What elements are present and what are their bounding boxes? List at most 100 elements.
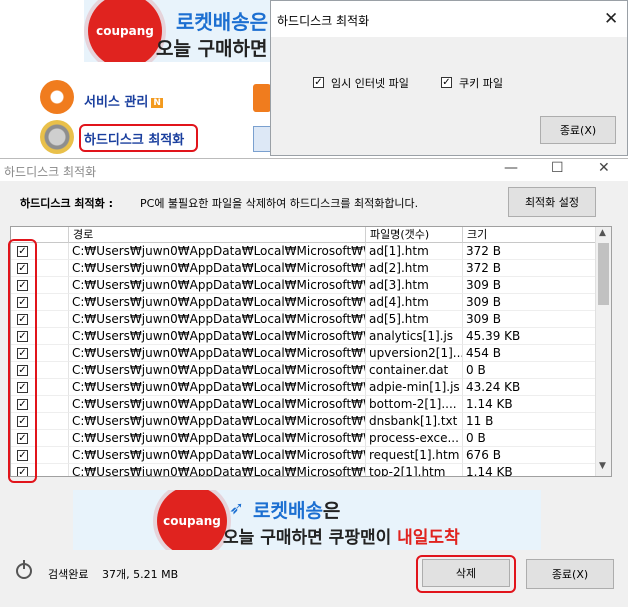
table-row[interactable]: ✓ C:₩Users₩juwn0₩AppData₩Local₩Microsoft₩… [11, 362, 596, 379]
coupang-logo: coupang [157, 490, 227, 550]
row-path: C:₩Users₩juwn0₩AppData₩Local₩Microsoft₩W… [69, 362, 366, 379]
window-title: 하드디스크 최적화 [4, 165, 97, 179]
row-size: 309 B [463, 277, 596, 294]
close-icon[interactable]: ✕ [604, 9, 618, 29]
option-label: 임시 인터넷 파일 [331, 77, 409, 90]
row-size: 309 B [463, 294, 596, 311]
row-size: 0 B [463, 362, 596, 379]
scroll-down-icon[interactable]: ▼ [599, 461, 606, 471]
gear-icon [40, 80, 74, 114]
popup-close-button[interactable]: 종료(X) [540, 116, 616, 144]
header-label: 하드디스크 최적화 : [20, 197, 114, 210]
settings-button[interactable]: 최적화 설정 [508, 187, 596, 217]
table-row[interactable]: ✓ C:₩Users₩juwn0₩AppData₩Local₩Microsoft₩… [11, 396, 596, 413]
table-row[interactable]: ✓ C:₩Users₩juwn0₩AppData₩Local₩Microsoft₩… [11, 447, 596, 464]
col-header-filename[interactable]: 파일명(갯수) [366, 227, 463, 243]
coupang-logo: coupang [88, 0, 162, 62]
minimize-icon[interactable]: — [504, 160, 518, 176]
row-path: C:₩Users₩juwn0₩AppData₩Local₩Microsoft₩W… [69, 243, 366, 260]
option-label: 쿠키 파일 [459, 77, 503, 90]
row-path: C:₩Users₩juwn0₩AppData₩Local₩Microsoft₩W… [69, 464, 366, 476]
highlight-box-delete [416, 555, 516, 593]
table-row[interactable]: ✓ C:₩Users₩juwn0₩AppData₩Local₩Microsoft₩… [11, 243, 596, 260]
row-size: 454 B [463, 345, 596, 362]
row-filename: request[1].htm [366, 447, 463, 464]
ad-rocket-brand: 로켓배송 [253, 500, 323, 522]
popup-dialog: 하드디스크 최적화 ✕ ✓ 임시 인터넷 파일 ✓ 쿠키 파일 종료(X) [270, 0, 628, 156]
row-size: 1.14 KB [463, 464, 596, 476]
scroll-up-icon[interactable]: ▲ [599, 228, 606, 238]
banner-sub-text: 오늘 구매하면 쿠 [156, 38, 274, 60]
table-row[interactable]: ✓ C:₩Users₩juwn0₩AppData₩Local₩Microsoft₩… [11, 328, 596, 345]
row-filename: process-exce... [366, 430, 463, 447]
row-filename: container.dat [366, 362, 463, 379]
col-header-size[interactable]: 크기 [463, 227, 596, 243]
rocket-icon: ➶ [229, 498, 245, 519]
row-size: 1.14 KB [463, 396, 596, 413]
row-size: 43.24 KB [463, 379, 596, 396]
checkbox-cookie[interactable]: ✓ [441, 77, 452, 88]
popup-titlebar: 하드디스크 최적화 ✕ [271, 1, 627, 37]
row-size: 372 B [463, 243, 596, 260]
table-row[interactable]: ✓ C:₩Users₩juwn0₩AppData₩Local₩Microsoft₩… [11, 413, 596, 430]
table-row[interactable]: ✓ C:₩Users₩juwn0₩AppData₩Local₩Microsoft₩… [11, 294, 596, 311]
maximize-icon[interactable]: ☐ [551, 160, 564, 176]
menu-service-management[interactable]: 서비스 관리 N [84, 91, 163, 110]
row-filename: upversion2[1].... [366, 345, 463, 362]
row-path: C:₩Users₩juwn0₩AppData₩Local₩Microsoft₩W… [69, 294, 366, 311]
close-icon[interactable]: ✕ [598, 160, 610, 176]
row-path: C:₩Users₩juwn0₩AppData₩Local₩Microsoft₩W… [69, 413, 366, 430]
ad-rocket-suffix: 은 [322, 500, 341, 522]
vertical-scrollbar[interactable]: ▲ ▼ [595, 227, 611, 476]
row-size: 0 B [463, 430, 596, 447]
row-path: C:₩Users₩juwn0₩AppData₩Local₩Microsoft₩W… [69, 430, 366, 447]
table-row[interactable]: ✓ C:₩Users₩juwn0₩AppData₩Local₩Microsoft₩… [11, 277, 596, 294]
row-size: 45.39 KB [463, 328, 596, 345]
app-icon [253, 84, 271, 112]
row-filename: adpie-min[1].js [366, 379, 463, 396]
table-row[interactable]: ✓ C:₩Users₩juwn0₩AppData₩Local₩Microsoft₩… [11, 345, 596, 362]
row-filename: bottom-2[1].... [366, 396, 463, 413]
ad-sub-text: 오늘 구매하면 쿠팡맨이 내일도착 [223, 523, 460, 548]
row-path: C:₩Users₩juwn0₩AppData₩Local₩Microsoft₩W… [69, 328, 366, 345]
row-path: C:₩Users₩juwn0₩AppData₩Local₩Microsoft₩W… [69, 396, 366, 413]
row-size: 676 B [463, 447, 596, 464]
row-filename: ad[1].htm [366, 243, 463, 260]
col-header-path[interactable]: 경로 [69, 227, 366, 243]
row-size: 372 B [463, 260, 596, 277]
row-path: C:₩Users₩juwn0₩AppData₩Local₩Microsoft₩W… [69, 311, 366, 328]
row-filename: ad[5].htm [366, 311, 463, 328]
row-filename: ad[2].htm [366, 260, 463, 277]
bottom-ad-banner[interactable]: coupang ➶ 로켓배송은 오늘 구매하면 쿠팡맨이 내일도착 [73, 490, 541, 550]
ad-sub-text-main: 오늘 구매하면 쿠팡맨이 [223, 528, 398, 548]
row-filename: ad[4].htm [366, 294, 463, 311]
close-button[interactable]: 종료(X) [526, 559, 614, 589]
row-filename: dnsbank[1].txt [366, 413, 463, 430]
row-path: C:₩Users₩juwn0₩AppData₩Local₩Microsoft₩W… [69, 277, 366, 294]
file-list-grid[interactable]: 경로 파일명(갯수) 크기 ✓ C:₩Users₩juwn0₩AppData₩Lo… [10, 226, 612, 477]
row-path: C:₩Users₩juwn0₩AppData₩Local₩Microsoft₩W… [69, 379, 366, 396]
status-label: 검색완료 [48, 568, 89, 581]
menu-label: 서비스 관리 [84, 95, 149, 110]
doc-icon [253, 126, 271, 152]
ad-sub-text-red: 내일도착 [397, 528, 460, 548]
row-path: C:₩Users₩juwn0₩AppData₩Local₩Microsoft₩W… [69, 260, 366, 277]
window-titlebar: 하드디스크 최적화 — ☐ ✕ [0, 159, 628, 181]
status-value: 37개, 5.21 MB [102, 568, 179, 581]
table-row[interactable]: ✓ C:₩Users₩juwn0₩AppData₩Local₩Microsoft₩… [11, 430, 596, 447]
scroll-thumb[interactable] [598, 243, 609, 305]
table-row[interactable]: ✓ C:₩Users₩juwn0₩AppData₩Local₩Microsoft₩… [11, 379, 596, 396]
table-row[interactable]: ✓ C:₩Users₩juwn0₩AppData₩Local₩Microsoft₩… [11, 311, 596, 328]
table-row[interactable]: ✓ C:₩Users₩juwn0₩AppData₩Local₩Microsoft₩… [11, 464, 596, 476]
checkbox-temp-internet[interactable]: ✓ [313, 77, 324, 88]
ad-rocket-text: 로켓배송은 [253, 496, 340, 523]
row-path: C:₩Users₩juwn0₩AppData₩Local₩Microsoft₩W… [69, 447, 366, 464]
table-row[interactable]: ✓ C:₩Users₩juwn0₩AppData₩Local₩Microsoft₩… [11, 260, 596, 277]
banner-rocket-text: 로켓배송은 [176, 10, 268, 34]
highlight-box-menu [79, 124, 198, 152]
row-filename: analytics[1].js [366, 328, 463, 345]
highlight-box-checkboxes [8, 239, 37, 483]
row-size: 309 B [463, 311, 596, 328]
row-path: C:₩Users₩juwn0₩AppData₩Local₩Microsoft₩W… [69, 345, 366, 362]
top-ad-banner[interactable]: coupang 로켓배송은 오늘 구매하면 쿠 [84, 0, 274, 62]
